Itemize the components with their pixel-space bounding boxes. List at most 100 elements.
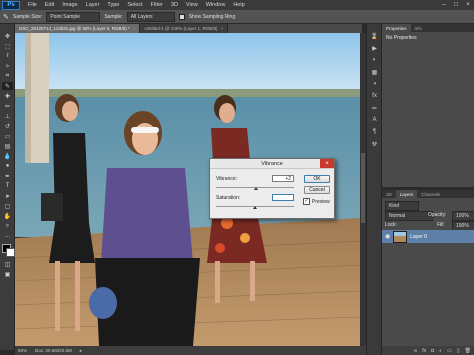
delete-layer-icon[interactable]: 🗑: [465, 348, 471, 354]
cancel-button[interactable]: Cancel: [304, 186, 330, 194]
clone-stamp-tool-icon[interactable]: ⊥: [2, 112, 13, 120]
menu-3d[interactable]: 3D: [167, 2, 182, 8]
tab-info[interactable]: Info: [411, 24, 427, 32]
brush-tool-icon[interactable]: ✏: [2, 102, 13, 110]
tab-properties[interactable]: Properties: [382, 24, 411, 32]
saturation-label: Saturation:: [216, 195, 241, 201]
properties-title: No Properties: [386, 35, 417, 41]
adjustments-icon[interactable]: ◑: [370, 80, 379, 88]
visibility-eye-icon[interactable]: ◉: [385, 233, 390, 240]
layer-filter-select[interactable]: Kind: [385, 201, 419, 211]
eraser-tool-icon[interactable]: ▭: [2, 132, 13, 140]
extra-tools-icon[interactable]: …: [2, 232, 13, 240]
preview-checkbox[interactable]: ✓: [303, 198, 310, 205]
menu-image[interactable]: Image: [58, 2, 81, 8]
add-mask-icon[interactable]: ◘: [431, 348, 434, 354]
menu-type[interactable]: Type: [103, 2, 123, 8]
tab-document-active[interactable]: DSC_20120714_113631.jpg @ 50% (Layer 0, …: [15, 24, 141, 33]
scrollbar-thumb[interactable]: [361, 153, 365, 223]
crop-tool-icon[interactable]: ⌗: [2, 72, 13, 80]
document-size: Doc: 20.6M/20.6M: [35, 348, 72, 353]
sample-size-select[interactable]: Point Sample: [46, 11, 101, 22]
pen-tool-icon[interactable]: ✒: [2, 172, 13, 180]
swatches-icon[interactable]: ▦: [370, 68, 379, 76]
menu-view[interactable]: View: [182, 2, 202, 8]
menu-select[interactable]: Select: [123, 2, 146, 8]
background-color-swatch[interactable]: [6, 248, 15, 257]
marquee-tool-icon[interactable]: ⬚: [2, 42, 13, 50]
new-group-icon[interactable]: ▭: [447, 348, 452, 354]
quick-mask-icon[interactable]: ◫: [2, 260, 13, 268]
move-tool-icon[interactable]: ✥: [2, 32, 13, 40]
quick-select-tool-icon[interactable]: ✧: [2, 62, 13, 70]
menu-window[interactable]: Window: [202, 2, 230, 8]
history-brush-tool-icon[interactable]: ↺: [2, 122, 13, 130]
menu-edit[interactable]: Edit: [41, 2, 58, 8]
show-sampling-ring-checkbox[interactable]: [178, 13, 185, 20]
history-icon[interactable]: ⌛: [370, 32, 379, 40]
link-layers-icon[interactable]: ∞: [414, 348, 418, 354]
character-icon[interactable]: A: [370, 116, 379, 124]
close-icon[interactable]: ×: [462, 0, 474, 10]
ok-button[interactable]: OK: [304, 175, 330, 183]
sample-select[interactable]: All Layers: [126, 11, 175, 22]
blend-mode-select[interactable]: Normal: [385, 211, 433, 221]
new-layer-icon[interactable]: ▯: [457, 348, 460, 354]
menu-filter[interactable]: Filter: [147, 2, 167, 8]
path-select-tool-icon[interactable]: ➤: [2, 192, 13, 200]
tab-3d[interactable]: 3D: [382, 190, 396, 198]
tool-presets-icon[interactable]: ⚒: [370, 140, 379, 148]
layer-row[interactable]: ◉ Layer 0: [382, 230, 474, 243]
close-tab-icon[interactable]: ×: [221, 26, 224, 31]
hand-tool-icon[interactable]: ✋: [2, 212, 13, 220]
toolbox: ✥ ⬚ ℓ ✧ ⌗ ✎ ✚ ✏ ⊥ ↺ ▭ ▤ 💧 ● ✒ T ➤ ▢ ✋ ⌕ …: [0, 24, 15, 350]
healing-brush-tool-icon[interactable]: ✚: [2, 92, 13, 100]
vibrance-dialog: Vibrance × Vibrance: +2 Saturation: OK C…: [209, 158, 335, 219]
vibrance-slider-thumb[interactable]: [253, 187, 258, 190]
dodge-tool-icon[interactable]: ●: [2, 162, 13, 170]
dialog-titlebar[interactable]: Vibrance ×: [210, 159, 334, 169]
menu-layer[interactable]: Layer: [82, 2, 104, 8]
opacity-field[interactable]: 100%: [452, 211, 474, 221]
color-icon[interactable]: ◐: [370, 56, 379, 64]
document-tabs: DSC_20120714_113631.jpg @ 50% (Layer 0, …: [15, 24, 362, 33]
tab-channels[interactable]: Channels: [417, 190, 444, 198]
tab-layers[interactable]: Layers: [395, 190, 418, 198]
opacity-label: Opacity:: [428, 212, 447, 218]
saturation-field[interactable]: [272, 194, 294, 201]
zoom-tool-icon[interactable]: ⌕: [2, 222, 13, 230]
screen-mode-icon[interactable]: ▣: [2, 270, 13, 278]
menu-file[interactable]: File: [24, 2, 41, 8]
vibrance-field[interactable]: +2: [272, 175, 294, 182]
sample-size-label: Sample Size:: [12, 13, 43, 20]
layer-style-icon[interactable]: fx: [422, 348, 426, 354]
gradient-tool-icon[interactable]: ▤: [2, 142, 13, 150]
menu-help[interactable]: Help: [229, 2, 248, 8]
status-arrow-icon[interactable]: ▸: [80, 348, 82, 354]
close-tab-icon[interactable]: ×: [133, 26, 136, 31]
dialog-close-button[interactable]: ×: [320, 159, 334, 168]
dialog-title: Vibrance: [261, 160, 283, 167]
eyedropper-tool-icon[interactable]: ✎: [2, 82, 13, 90]
new-adjustment-icon[interactable]: ◐: [439, 348, 442, 354]
lasso-tool-icon[interactable]: ℓ: [2, 52, 13, 60]
tab-document-untitled[interactable]: Untitled-1 @ 100% (Layer 1, RGB/8) ×: [140, 24, 229, 33]
eyedropper-tool-icon[interactable]: ✎: [3, 13, 9, 21]
saturation-slider-thumb[interactable]: [253, 206, 257, 209]
brush-presets-icon[interactable]: ✏: [370, 104, 379, 112]
layer-thumbnail: [393, 230, 408, 243]
zoom-level[interactable]: 50%: [18, 348, 27, 353]
menu-items: File Edit Image Layer Type Select Filter 3D View…: [24, 2, 249, 8]
paragraph-icon[interactable]: ¶: [370, 128, 379, 136]
blur-tool-icon[interactable]: 💧: [2, 152, 13, 160]
actions-icon[interactable]: ▶: [370, 44, 379, 52]
maximize-icon[interactable]: □: [450, 0, 462, 10]
show-sampling-ring-label: Show Sampling Ring: [188, 13, 236, 20]
shape-tool-icon[interactable]: ▢: [2, 202, 13, 210]
styles-icon[interactable]: fx: [370, 92, 379, 100]
layer-name[interactable]: Layer 0: [410, 234, 427, 240]
fill-label: Fill:: [437, 222, 445, 228]
minimize-icon[interactable]: –: [438, 0, 450, 10]
type-tool-icon[interactable]: T: [2, 182, 13, 190]
sample-label: Sample:: [104, 13, 123, 20]
